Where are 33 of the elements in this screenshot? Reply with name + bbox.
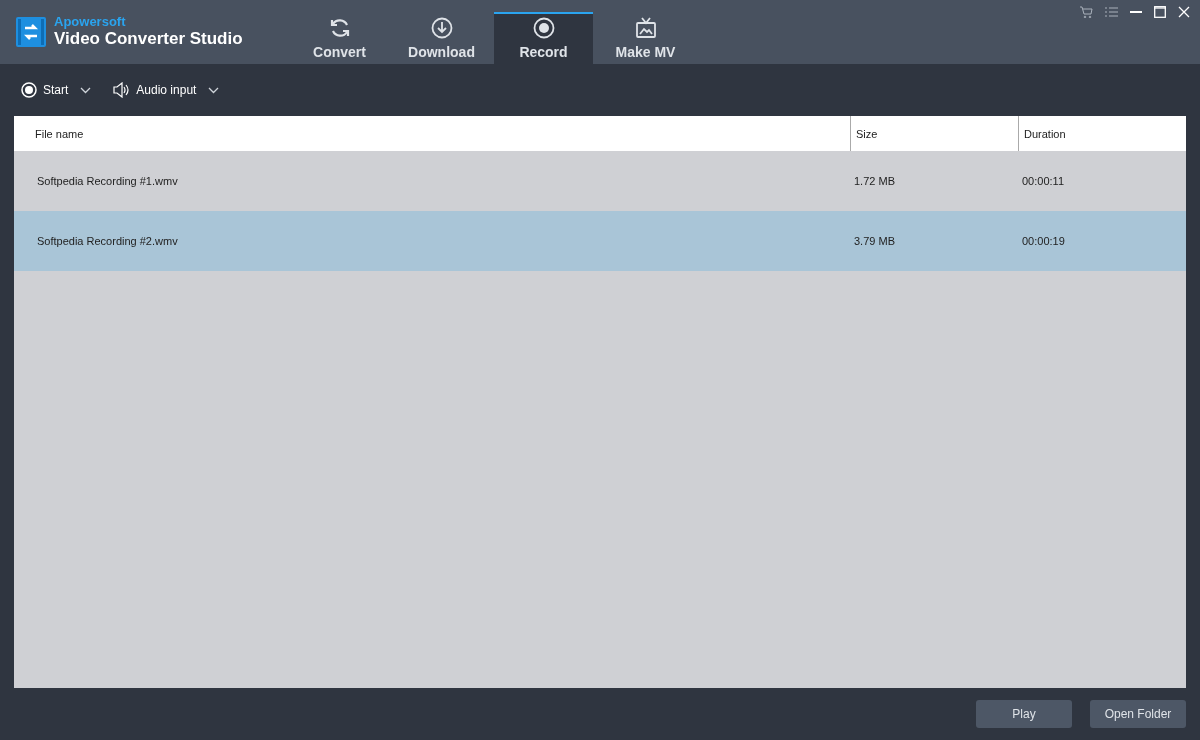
- table-cell-text: Softpedia Recording #2.wmv: [36, 235, 179, 247]
- close-icon[interactable]: [1178, 6, 1190, 18]
- start-dropdown[interactable]: Start: [21, 82, 92, 98]
- refresh-icon: [328, 17, 351, 39]
- table-cell-text: 1.72 MB: [853, 175, 896, 187]
- table-cell-text: 00:00:11: [1021, 175, 1065, 187]
- app-title: Video Converter Studio: [54, 29, 243, 49]
- file-row[interactable]: Softpedia Recording #1.wmv 1.72 MB 00:00:11: [14, 151, 1186, 211]
- nav-tab[interactable]: Download: [392, 12, 491, 64]
- app-logo-icon: [16, 17, 46, 47]
- caret-icon: [208, 86, 220, 94]
- record-icon: [21, 82, 37, 98]
- table-cell-text: 00:00:19: [1021, 235, 1066, 247]
- caret-icon: [80, 86, 92, 94]
- column-header[interactable]: Size: [850, 116, 1018, 151]
- audio-input-dropdown[interactable]: Audio input: [113, 82, 220, 98]
- maximize-icon[interactable]: [1154, 6, 1166, 18]
- play-button[interactable]: Play: [976, 700, 1072, 728]
- brand-name: Apowersoft: [54, 15, 127, 29]
- cart-icon[interactable]: [1080, 6, 1093, 18]
- speaker-icon: [113, 82, 131, 98]
- file-row[interactable]: Softpedia Recording #2.wmv 3.79 MB 00:00:19: [14, 211, 1186, 271]
- table-cell-text: 3.79 MB: [853, 235, 896, 247]
- tv-icon: [634, 17, 657, 39]
- table-cell-text: Softpedia Recording #1.wmv: [36, 175, 179, 187]
- record-icon: [532, 17, 555, 39]
- column-header[interactable]: Duration: [1018, 116, 1186, 151]
- download-icon: [430, 17, 453, 39]
- nav-tab[interactable]: Record: [494, 12, 593, 64]
- column-header[interactable]: File name: [14, 116, 850, 151]
- nav-tab[interactable]: Convert: [290, 12, 389, 64]
- nav-tab[interactable]: Make MV: [596, 12, 695, 64]
- open-folder-button[interactable]: Open Folder: [1090, 700, 1186, 728]
